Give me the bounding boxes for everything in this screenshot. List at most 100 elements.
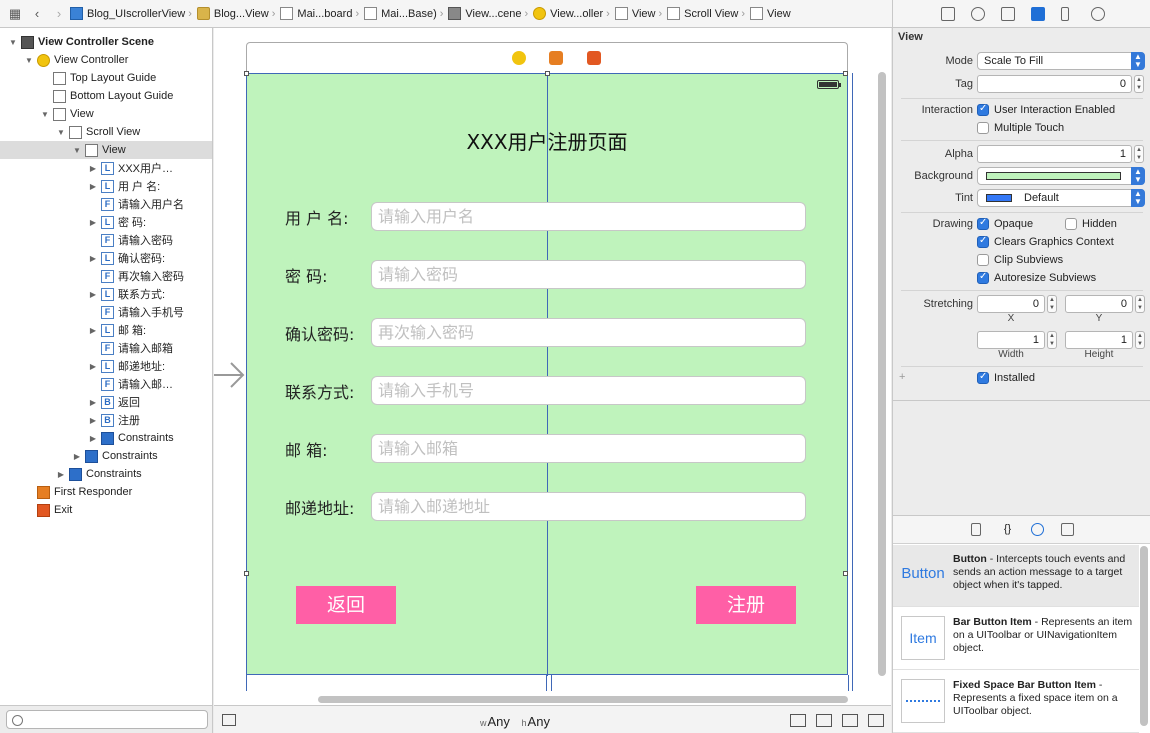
resize-handle[interactable] <box>545 71 550 76</box>
user-interaction-checkbox[interactable] <box>977 103 989 116</box>
outline-item[interactable]: ▶ L 密 码: <box>0 213 212 231</box>
disclosure-closed-icon[interactable]: ▶ <box>88 416 98 425</box>
outline-item[interactable]: F 请输入密码 <box>0 231 212 249</box>
code-snippet-library-icon[interactable]: {} <box>1001 523 1014 536</box>
multiple-touch-checkbox[interactable] <box>977 122 989 134</box>
disclosure-open-icon[interactable]: ▼ <box>40 110 50 119</box>
connections-inspector-icon[interactable] <box>1091 7 1105 21</box>
text-field[interactable]: 请输入邮递地址 <box>371 492 806 521</box>
view-controller-icon[interactable] <box>512 51 526 65</box>
breadcrumb-item[interactable]: View › <box>614 7 665 20</box>
exit-icon[interactable] <box>587 51 601 65</box>
library-scrollbar[interactable] <box>1140 546 1148 726</box>
outline-item[interactable]: Exit <box>0 501 212 519</box>
outline-toggle-icon[interactable] <box>222 714 236 726</box>
disclosure-closed-icon[interactable]: ▶ <box>88 398 98 407</box>
disclosure-closed-icon[interactable]: ▶ <box>72 452 82 461</box>
text-field[interactable]: 请输入用户名 <box>371 202 806 231</box>
outline-item[interactable]: ▶ L 邮递地址: <box>0 357 212 375</box>
outline-item[interactable]: ▼ View <box>0 105 212 123</box>
tint-color-popup[interactable]: Default ▲ ▼ <box>977 189 1145 207</box>
breadcrumb-item[interactable]: Scroll View › <box>667 7 748 20</box>
breadcrumb-item[interactable]: Mai...Base) › <box>364 7 446 20</box>
resolve-issues-icon[interactable] <box>842 714 858 727</box>
clears-graphics-checkbox[interactable] <box>977 235 989 248</box>
outline-item[interactable]: ▼ View <box>0 141 212 159</box>
stretch-y-stepper[interactable]: ▲ ▼ <box>1135 295 1145 313</box>
outline-item[interactable]: ▶ B 注册 <box>0 411 212 429</box>
canvas-vertical-scrollbar[interactable] <box>878 72 886 676</box>
align-icon[interactable] <box>790 714 806 727</box>
outline-item[interactable]: ▼ Scroll View <box>0 123 212 141</box>
mode-popup[interactable]: Scale To Fill ▲ ▼ <box>977 52 1145 70</box>
autoresize-subviews-checkbox[interactable] <box>977 271 989 284</box>
disclosure-closed-icon[interactable]: ▶ <box>88 290 98 299</box>
resize-handle[interactable] <box>244 571 249 576</box>
tag-field[interactable]: 0 <box>977 75 1132 93</box>
text-field[interactable]: 请输入密码 <box>371 260 806 289</box>
resize-handle[interactable] <box>843 571 848 576</box>
register-button[interactable]: 注册 <box>696 586 796 624</box>
library-item[interactable]: Fixed Space Bar Button Item - Represents… <box>893 671 1139 733</box>
breadcrumb-item[interactable]: Blog_UIscrollerView › <box>70 7 195 20</box>
outline-item[interactable]: ▼ View Controller Scene <box>0 33 212 51</box>
outline-item[interactable]: F 请输入手机号 <box>0 303 212 321</box>
outline-item[interactable]: ▶ L 联系方式: <box>0 285 212 303</box>
back-button[interactable]: 返回 <box>296 586 396 624</box>
breadcrumb-item[interactable]: Blog...View › <box>196 7 279 20</box>
quick-help-icon[interactable] <box>971 7 985 21</box>
disclosure-open-icon[interactable]: ▼ <box>72 146 82 155</box>
stretch-width-stepper[interactable]: ▲ ▼ <box>1047 331 1057 349</box>
text-field[interactable]: 请输入手机号 <box>371 376 806 405</box>
disclosure-open-icon[interactable]: ▼ <box>56 128 66 137</box>
disclosure-closed-icon[interactable]: ▶ <box>88 254 98 263</box>
object-library-icon[interactable] <box>1031 523 1044 536</box>
resize-handle[interactable] <box>843 71 848 76</box>
first-responder-icon[interactable] <box>549 51 563 65</box>
alpha-stepper[interactable]: ▲ ▼ <box>1134 145 1144 163</box>
outline-item[interactable]: ▶ L 用 户 名: <box>0 177 212 195</box>
stretch-y-field[interactable]: 0 <box>1065 295 1133 313</box>
identity-inspector-icon[interactable] <box>1001 7 1015 21</box>
resize-handle[interactable] <box>244 71 249 76</box>
disclosure-closed-icon[interactable]: ▶ <box>88 434 98 443</box>
breadcrumb-item[interactable]: Mai...board › <box>280 7 362 20</box>
add-variation-icon[interactable]: + <box>899 371 905 383</box>
outline-item[interactable]: ▼ View Controller <box>0 51 212 69</box>
library-item[interactable]: Button Button - Intercepts touch events a… <box>893 545 1139 607</box>
outline-item[interactable]: ▶ Constraints <box>0 447 212 465</box>
size-class-control[interactable]: wAny hAny <box>480 714 550 729</box>
disclosure-open-icon[interactable]: ▼ <box>24 56 34 65</box>
clip-subviews-checkbox[interactable] <box>977 254 989 266</box>
related-items-icon[interactable]: ▦ <box>4 3 26 25</box>
disclosure-open-icon[interactable]: ▼ <box>8 38 18 47</box>
alpha-field[interactable]: 1 <box>977 145 1132 163</box>
disclosure-closed-icon[interactable]: ▶ <box>88 362 98 371</box>
library-item[interactable]: Item Bar Button Item - Represents an item… <box>893 608 1139 670</box>
breadcrumb-item[interactable]: View...cene › <box>448 7 531 20</box>
outline-item[interactable]: F 请输入邮箱 <box>0 339 212 357</box>
outline-item[interactable]: F 请输入用户名 <box>0 195 212 213</box>
disclosure-closed-icon[interactable]: ▶ <box>88 164 98 173</box>
stretch-x-stepper[interactable]: ▲ ▼ <box>1047 295 1057 313</box>
opaque-checkbox[interactable] <box>977 217 989 230</box>
text-field[interactable]: 请输入邮箱 <box>371 434 806 463</box>
outline-item[interactable]: F 再次输入密码 <box>0 267 212 285</box>
outline-item[interactable]: ▶ L 确认密码: <box>0 249 212 267</box>
storyboard-canvas[interactable]: XXX用户注册页面 用 户 名: 请输入用户名密 码: 请输入密码 确认密码: 再次输入… <box>214 28 891 705</box>
disclosure-closed-icon[interactable]: ▶ <box>88 218 98 227</box>
canvas-horizontal-scrollbar[interactable] <box>318 696 848 703</box>
breadcrumb-item[interactable]: View <box>750 7 791 20</box>
attributes-inspector-icon[interactable] <box>1031 7 1045 21</box>
stretch-x-field[interactable]: 0 <box>977 295 1045 313</box>
resizing-behavior-icon[interactable] <box>868 714 884 727</box>
installed-checkbox[interactable] <box>977 371 989 384</box>
text-field[interactable]: 再次输入密码 <box>371 318 806 347</box>
pin-icon[interactable] <box>816 714 832 727</box>
outline-item[interactable]: ▶ Constraints <box>0 429 212 447</box>
disclosure-closed-icon[interactable]: ▶ <box>88 326 98 335</box>
media-library-icon[interactable] <box>1061 523 1074 536</box>
outline-item[interactable]: Bottom Layout Guide <box>0 87 212 105</box>
stretch-height-field[interactable]: 1 <box>1065 331 1133 349</box>
outline-item[interactable]: ▶ L XXX用户… <box>0 159 212 177</box>
